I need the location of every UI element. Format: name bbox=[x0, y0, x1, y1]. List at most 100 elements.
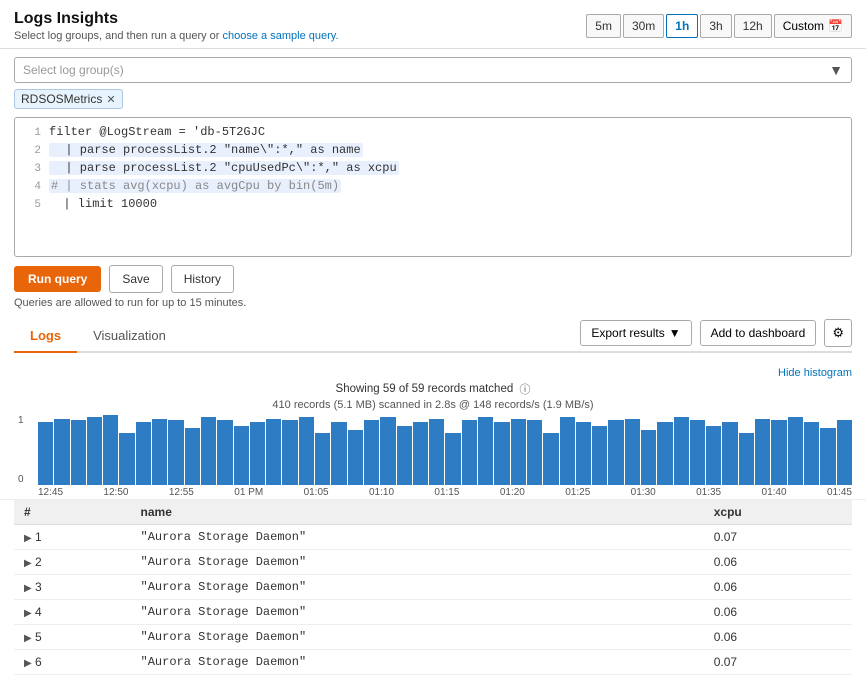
chart-bar bbox=[722, 422, 737, 485]
expand-icon[interactable]: ▶ bbox=[24, 633, 32, 644]
row-expand-cell: ▶ 3 bbox=[14, 575, 131, 600]
run-query-button[interactable]: Run query bbox=[14, 266, 101, 292]
chart-bar bbox=[576, 422, 591, 485]
tag-close-icon[interactable]: ✕ bbox=[106, 93, 115, 106]
chart-bar bbox=[608, 420, 623, 485]
time-btn-30m[interactable]: 30m bbox=[623, 14, 664, 38]
row-expand-cell: ▶ 5 bbox=[14, 625, 131, 650]
time-btn-custom[interactable]: Custom 📅 bbox=[774, 14, 852, 38]
query-line-2: 2 | parse processList.2 "name\":*," as n… bbox=[21, 142, 845, 158]
x-axis-label: 01:20 bbox=[500, 487, 525, 498]
x-axis: 12:4512:5012:5501 PM01:0501:1001:1501:20… bbox=[38, 487, 852, 498]
save-button[interactable]: Save bbox=[109, 265, 162, 293]
row-num: 1 bbox=[35, 530, 42, 544]
add-to-dashboard-button[interactable]: Add to dashboard bbox=[700, 320, 817, 346]
expand-icon[interactable]: ▶ bbox=[24, 583, 32, 594]
tab-visualization[interactable]: Visualization bbox=[77, 322, 182, 353]
time-btn-1h[interactable]: 1h bbox=[666, 14, 698, 38]
chart-bar bbox=[641, 430, 656, 485]
row-xcpu: 0.06 bbox=[704, 550, 852, 575]
chart-bar bbox=[71, 420, 86, 485]
time-btn-12h[interactable]: 12h bbox=[734, 14, 772, 38]
histogram-title: Showing 59 of 59 records matched ⓘ bbox=[14, 381, 852, 397]
row-name: "Aurora Storage Daemon" bbox=[131, 525, 704, 550]
chart-bar bbox=[348, 430, 363, 485]
chart-bar bbox=[592, 426, 607, 485]
chart-bar bbox=[87, 417, 102, 485]
gear-icon: ⚙ bbox=[832, 325, 844, 340]
row-expand-cell: ▶ 6 bbox=[14, 650, 131, 675]
log-group-selector[interactable]: Select log group(s) ▼ bbox=[14, 57, 852, 83]
sample-query-link[interactable]: choose a sample query. bbox=[223, 30, 339, 42]
x-axis-label: 01:15 bbox=[434, 487, 459, 498]
row-name: "Aurora Storage Daemon" bbox=[131, 600, 704, 625]
chart-bar bbox=[739, 433, 754, 485]
row-expand-cell: ▶ 2 bbox=[14, 550, 131, 575]
chart-bar bbox=[690, 420, 705, 485]
col-header-name: name bbox=[131, 500, 704, 525]
chart-bar bbox=[771, 420, 786, 485]
expand-icon[interactable]: ▶ bbox=[24, 533, 32, 544]
log-group-placeholder: Select log group(s) bbox=[23, 63, 829, 77]
row-name: "Aurora Storage Daemon" bbox=[131, 575, 704, 600]
expand-icon[interactable]: ▶ bbox=[24, 558, 32, 569]
chart-bars bbox=[38, 415, 852, 485]
chart-bar bbox=[266, 419, 281, 485]
info-icon: ⓘ bbox=[519, 384, 530, 396]
export-results-button[interactable]: Export results ▼ bbox=[580, 320, 691, 346]
history-button[interactable]: History bbox=[171, 265, 234, 293]
top-bar: Logs Insights Select log groups, and the… bbox=[0, 0, 866, 49]
x-axis-label: 12:45 bbox=[38, 487, 63, 498]
tab-logs[interactable]: Logs bbox=[14, 322, 77, 353]
table-row: ▶ 3"Aurora Storage Daemon"0.06 bbox=[14, 575, 852, 600]
y-axis-top-label: 1 bbox=[18, 415, 24, 426]
row-num: 4 bbox=[35, 605, 42, 619]
row-expand-cell: ▶ 1 bbox=[14, 525, 131, 550]
chart-bar bbox=[527, 420, 542, 485]
x-axis-label: 01:25 bbox=[565, 487, 590, 498]
chart-bar bbox=[494, 422, 509, 485]
dropdown-arrow-icon: ▼ bbox=[829, 62, 843, 78]
row-expand-cell: ▶ 4 bbox=[14, 600, 131, 625]
row-name: "Aurora Storage Daemon" bbox=[131, 625, 704, 650]
row-name: "Aurora Storage Daemon" bbox=[131, 550, 704, 575]
chart-bar bbox=[657, 422, 672, 485]
query-editor[interactable]: 1 filter @LogStream = 'db-5T2GJC 2 | par… bbox=[14, 117, 852, 257]
chart-bar bbox=[413, 422, 428, 485]
hide-histogram-link[interactable]: Hide histogram bbox=[14, 367, 852, 379]
query-line-5: 5 | limit 10000 bbox=[21, 196, 845, 212]
time-btn-5m[interactable]: 5m bbox=[586, 14, 621, 38]
row-name: "Aurora Storage Daemon" bbox=[131, 650, 704, 675]
chart-bar bbox=[185, 428, 200, 485]
chart-container: 1 0 12:4512:5012:5501 PM01:0501:1001:150… bbox=[38, 415, 852, 495]
chart-bar bbox=[168, 420, 183, 485]
chart-bar bbox=[543, 433, 558, 485]
chart-bar bbox=[282, 420, 297, 485]
chart-bar bbox=[299, 417, 314, 485]
x-axis-label: 01:10 bbox=[369, 487, 394, 498]
expand-icon[interactable]: ▶ bbox=[24, 658, 32, 669]
row-num: 6 bbox=[35, 655, 42, 669]
time-btn-3h[interactable]: 3h bbox=[700, 14, 731, 38]
table-row: ▶ 4"Aurora Storage Daemon"0.06 bbox=[14, 600, 852, 625]
x-axis-label: 12:50 bbox=[103, 487, 128, 498]
row-num: 2 bbox=[35, 555, 42, 569]
tab-actions: Export results ▼ Add to dashboard ⚙ bbox=[580, 319, 852, 351]
tabs-row: Logs Visualization Export results ▼ Add … bbox=[14, 319, 852, 353]
table-row: ▶ 6"Aurora Storage Daemon"0.07 bbox=[14, 650, 852, 675]
settings-gear-button[interactable]: ⚙ bbox=[824, 319, 852, 347]
action-bar: Run query Save History bbox=[14, 265, 852, 293]
tag-label: RDSOSMetrics bbox=[21, 92, 102, 106]
histogram-subtitle: 410 records (5.1 MB) scanned in 2.8s @ 1… bbox=[14, 399, 852, 411]
chart-bar bbox=[755, 419, 770, 485]
row-num: 3 bbox=[35, 580, 42, 594]
chart-bar bbox=[429, 419, 444, 485]
x-axis-label: 01:40 bbox=[762, 487, 787, 498]
expand-icon[interactable]: ▶ bbox=[24, 608, 32, 619]
subtitle: Select log groups, and then run a query … bbox=[14, 30, 339, 42]
chart-bar bbox=[511, 419, 526, 485]
top-left: Logs Insights Select log groups, and the… bbox=[14, 10, 339, 42]
row-xcpu: 0.06 bbox=[704, 575, 852, 600]
chart-bar bbox=[119, 433, 134, 485]
chart-bar bbox=[788, 417, 803, 485]
